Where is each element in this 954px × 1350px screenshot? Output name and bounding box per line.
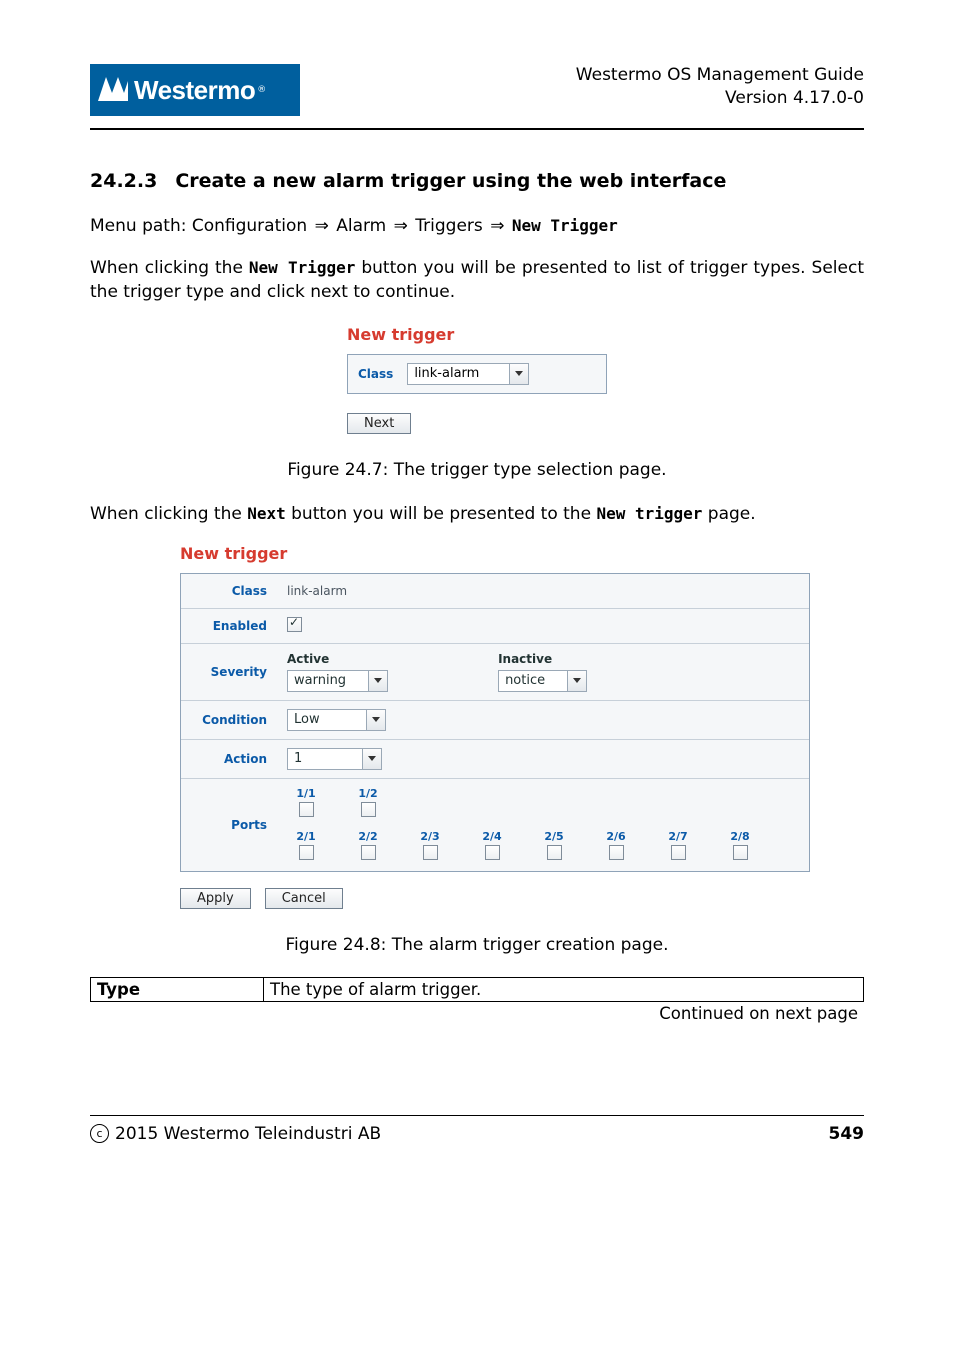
figure-1-panel: New trigger Class link-alarm Next bbox=[347, 325, 607, 434]
cancel-button[interactable]: Cancel bbox=[265, 888, 343, 909]
enabled-checkbox[interactable] bbox=[287, 617, 302, 632]
port-checkbox-1-1[interactable] bbox=[299, 802, 314, 817]
footer-rule bbox=[90, 1115, 864, 1116]
trigger-config-table: Class link-alarm Enabled Severity Active bbox=[180, 573, 810, 872]
port-header: 2/2 bbox=[353, 830, 383, 843]
port-checkbox-2-3[interactable] bbox=[423, 845, 438, 860]
type-label-cell: Type bbox=[91, 977, 264, 1001]
class-dropdown-value: link-alarm bbox=[407, 363, 509, 385]
port-checkbox-2-7[interactable] bbox=[671, 845, 686, 860]
menu-path-line: Menu path: Configuration ⇒ Alarm ⇒ Trigg… bbox=[90, 214, 864, 239]
next-button[interactable]: Next bbox=[347, 413, 411, 434]
page-number: 549 bbox=[829, 1124, 865, 1144]
continued-note: Continued on next page bbox=[90, 1002, 864, 1025]
condition-row-label: Condition bbox=[181, 703, 277, 737]
port-header: 2/5 bbox=[539, 830, 569, 843]
port-header: 1/1 bbox=[291, 787, 321, 800]
chevron-down-icon bbox=[368, 670, 388, 692]
paragraph-1: When clicking the New Trigger button you… bbox=[90, 256, 864, 305]
action-row-label: Action bbox=[181, 742, 277, 776]
fig1-panel-title: New trigger bbox=[347, 325, 607, 344]
port-checkbox-2-4[interactable] bbox=[485, 845, 500, 860]
chevron-down-icon bbox=[362, 748, 382, 770]
enabled-row-label: Enabled bbox=[181, 609, 277, 643]
westermo-logo-text: Westermo bbox=[134, 75, 255, 106]
guide-title: Westermo OS Management Guide bbox=[576, 64, 864, 87]
copyright-icon: c bbox=[90, 1124, 109, 1143]
class-row-label: Class bbox=[181, 574, 277, 608]
apply-button[interactable]: Apply bbox=[180, 888, 251, 909]
header-rule bbox=[90, 128, 864, 130]
section-heading: 24.2.3 Create a new alarm trigger using t… bbox=[90, 170, 864, 192]
class-select-box: Class link-alarm bbox=[347, 354, 607, 394]
severity-inactive-dropdown[interactable]: notice bbox=[498, 670, 587, 692]
class-label: Class bbox=[358, 367, 393, 381]
port-checkbox-2-2[interactable] bbox=[361, 845, 376, 860]
figure-1-caption: Figure 24.7: The trigger type selection … bbox=[90, 460, 864, 480]
guide-version: Version 4.17.0-0 bbox=[576, 87, 864, 110]
port-header: 2/6 bbox=[601, 830, 631, 843]
class-dropdown[interactable]: link-alarm bbox=[407, 363, 529, 385]
condition-dropdown[interactable]: Low bbox=[287, 709, 386, 731]
ports-grid: 1/1 1/2 2/1 2/2 2/3 2/4 2/5 2/6 2/ bbox=[277, 779, 809, 871]
port-header: 2/1 bbox=[291, 830, 321, 843]
severity-inactive-label: Inactive bbox=[498, 652, 587, 666]
chevron-down-icon bbox=[567, 670, 587, 692]
severity-active-label: Active bbox=[287, 652, 388, 666]
copyright-text: 2015 Westermo Teleindustri AB bbox=[115, 1124, 381, 1144]
westermo-logo: Westermo ® bbox=[90, 64, 300, 116]
fig2-panel-title: New trigger bbox=[180, 544, 810, 563]
port-header: 2/3 bbox=[415, 830, 445, 843]
port-header: 2/8 bbox=[725, 830, 755, 843]
ports-row-label: Ports bbox=[181, 808, 277, 842]
page-footer: c 2015 Westermo Teleindustri AB 549 bbox=[90, 1124, 864, 1144]
port-header: 2/7 bbox=[663, 830, 693, 843]
figure-2-panel: New trigger Class link-alarm Enabled Sev… bbox=[180, 544, 810, 909]
paragraph-2: When clicking the Next button you will b… bbox=[90, 502, 864, 527]
port-checkbox-1-2[interactable] bbox=[361, 802, 376, 817]
action-dropdown[interactable]: 1 bbox=[287, 748, 382, 770]
registered-mark: ® bbox=[257, 85, 266, 95]
port-checkbox-2-1[interactable] bbox=[299, 845, 314, 860]
port-checkbox-2-6[interactable] bbox=[609, 845, 624, 860]
figure-2-caption: Figure 24.8: The alarm trigger creation … bbox=[90, 935, 864, 955]
section-number: 24.2.3 bbox=[90, 170, 157, 192]
chevron-down-icon bbox=[366, 709, 386, 731]
port-header: 2/4 bbox=[477, 830, 507, 843]
type-value-cell: The type of alarm trigger. bbox=[264, 977, 864, 1001]
class-row-value: link-alarm bbox=[277, 576, 809, 606]
header-title-block: Westermo OS Management Guide Version 4.1… bbox=[576, 64, 864, 110]
westermo-logo-icon bbox=[98, 73, 128, 107]
port-header: 1/2 bbox=[353, 787, 383, 800]
type-description-table: Type The type of alarm trigger. bbox=[90, 977, 864, 1002]
severity-row-label: Severity bbox=[181, 655, 277, 689]
section-title: Create a new alarm trigger using the web… bbox=[175, 170, 726, 192]
port-checkbox-2-5[interactable] bbox=[547, 845, 562, 860]
severity-active-dropdown[interactable]: warning bbox=[287, 670, 388, 692]
chevron-down-icon bbox=[509, 363, 529, 385]
port-checkbox-2-8[interactable] bbox=[733, 845, 748, 860]
